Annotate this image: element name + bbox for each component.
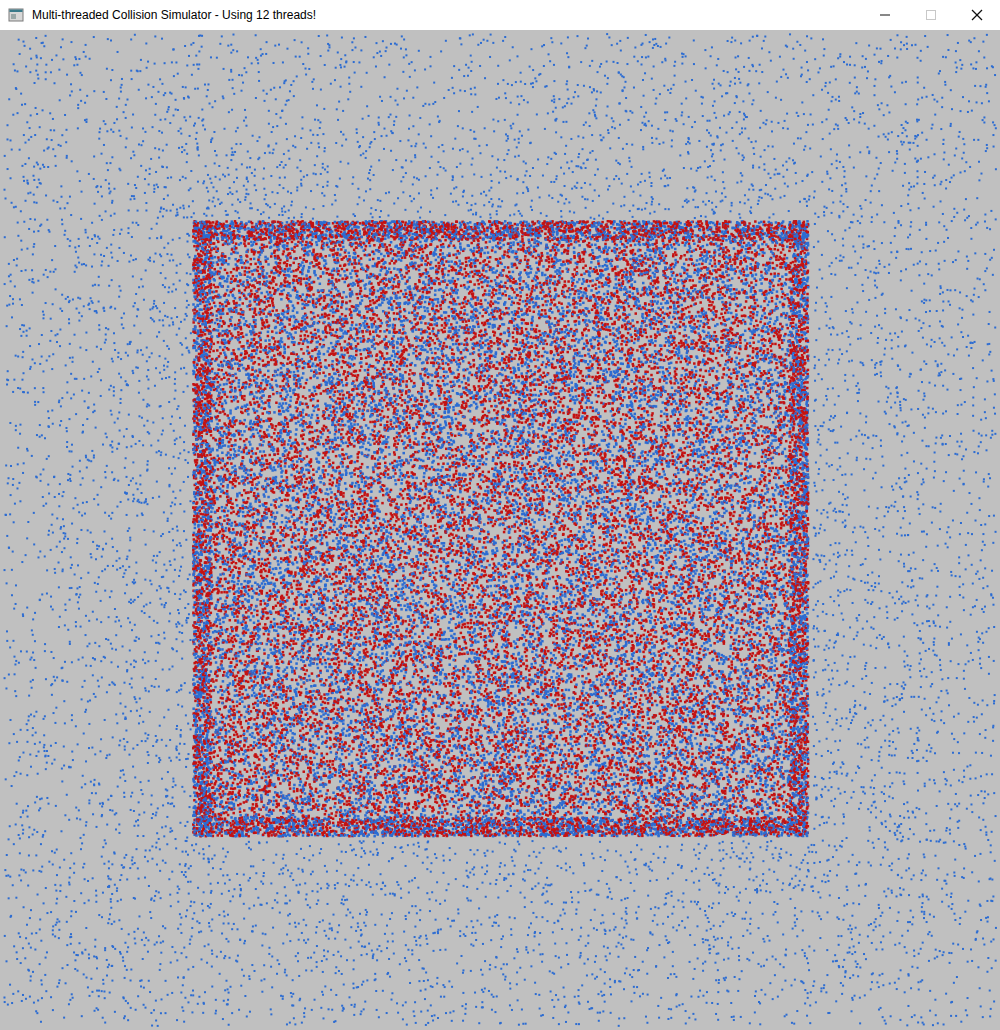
maximize-button bbox=[908, 0, 954, 30]
title-bar[interactable]: Multi-threaded Collision Simulator - Usi… bbox=[0, 0, 1000, 30]
close-icon bbox=[971, 9, 983, 21]
app-window: Multi-threaded Collision Simulator - Usi… bbox=[0, 0, 1000, 1030]
window-title: Multi-threaded Collision Simulator - Usi… bbox=[32, 6, 316, 24]
app-icon bbox=[8, 7, 24, 23]
minimize-icon bbox=[879, 9, 891, 21]
close-button[interactable] bbox=[954, 0, 1000, 30]
maximize-icon bbox=[925, 9, 937, 21]
window-controls bbox=[862, 0, 1000, 30]
minimize-button[interactable] bbox=[862, 0, 908, 30]
simulation-canvas bbox=[0, 30, 1000, 1030]
